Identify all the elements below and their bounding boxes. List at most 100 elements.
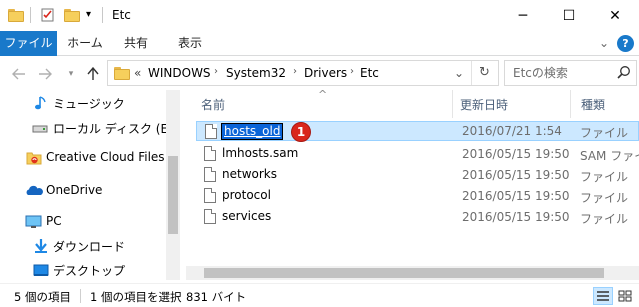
drive-icon: [32, 120, 48, 136]
breadcrumb-overflow[interactable]: «: [134, 66, 141, 80]
status-divider: [80, 289, 81, 303]
forward-button[interactable]: [36, 65, 54, 83]
file-row-networks[interactable]: networks 2016/05/15 19:50 ファイル: [196, 165, 639, 185]
expand-ribbon-icon[interactable]: ⌄: [594, 31, 614, 56]
nav-item-label: ミュージック: [53, 97, 125, 111]
nav-item-label: ローカル ディスク (E:): [53, 122, 177, 136]
address-bar[interactable]: « WINDOWS › System32 › Drivers › Etc ⌄ ↻: [107, 60, 499, 86]
nav-item-label: ダウンロード: [53, 240, 126, 254]
properties-icon[interactable]: [40, 7, 56, 23]
desktop-icon: [33, 262, 49, 278]
column-header-modified[interactable]: 更新日時: [460, 96, 508, 113]
file-type: ファイル: [580, 212, 629, 226]
title-bar: ▾ Etc ─ ☐ ✕: [0, 0, 639, 31]
search-input[interactable]: [513, 65, 613, 81]
folder-icon: [114, 67, 130, 80]
file-name: networks: [222, 167, 277, 181]
column-divider[interactable]: [570, 90, 571, 118]
breadcrumb-windows[interactable]: WINDOWS: [148, 66, 211, 80]
music-icon: [33, 95, 49, 111]
status-selection: 1 個の項目を選択: [90, 290, 182, 304]
details-view-icon: [597, 291, 609, 301]
file-type: ファイル: [580, 170, 629, 184]
file-list: 名前 ^ 更新日時 種類 hosts_old 1 2016/07/21 1:54…: [186, 90, 639, 280]
nav-item-label: Creative Cloud Files: [46, 150, 165, 164]
sort-ascending-icon: ^: [318, 90, 328, 101]
breadcrumb-etc[interactable]: Etc: [360, 66, 379, 80]
file-type: ファイル: [580, 126, 629, 140]
chevron-right-icon[interactable]: ›: [350, 66, 354, 77]
back-button[interactable]: [10, 65, 28, 83]
up-button[interactable]: [84, 65, 102, 83]
column-header-type[interactable]: 種類: [581, 96, 605, 113]
creative-cloud-icon: [26, 150, 42, 166]
nav-item-local-disk[interactable]: ローカル ディスク (E:): [0, 117, 177, 139]
rename-input[interactable]: hosts_old: [221, 123, 284, 140]
chevron-right-icon[interactable]: ›: [293, 66, 297, 77]
chevron-right-icon[interactable]: ›: [214, 66, 218, 77]
file-modified: 2016/07/21 1:54: [462, 124, 562, 138]
navigation-pane: ミュージック ローカル ディスク (E:) Creative Cloud Fil…: [0, 90, 180, 280]
nav-item-onedrive[interactable]: OneDrive: [0, 180, 165, 202]
file-modified: 2016/05/15 19:50: [462, 210, 570, 224]
file-icon: [205, 124, 217, 139]
status-bar: 5 個の項目 1 個の項目を選択 831 バイト: [0, 283, 639, 307]
nav-item-music[interactable]: ミュージック: [0, 92, 165, 114]
file-modified: 2016/05/15 19:50: [462, 189, 570, 203]
file-type: SAM ファイル: [580, 149, 639, 163]
large-icons-view-icon: [618, 290, 632, 302]
file-modified: 2016/05/15 19:50: [462, 168, 570, 182]
folder-icon: [8, 9, 24, 22]
file-icon: [204, 188, 216, 203]
title-divider: [30, 7, 31, 23]
nav-item-creative-cloud[interactable]: Creative Cloud Files: [0, 147, 165, 169]
help-icon[interactable]: ?: [617, 35, 634, 52]
customize-quick-access-icon[interactable]: ▾: [86, 7, 96, 23]
column-divider[interactable]: [452, 90, 453, 118]
title-divider: [102, 7, 103, 23]
breadcrumb-drivers[interactable]: Drivers: [304, 66, 347, 80]
tab-view[interactable]: 表示: [170, 31, 210, 56]
new-folder-icon[interactable]: [64, 9, 80, 22]
status-size: 831 バイト: [186, 290, 247, 304]
nav-item-label: PC: [46, 214, 62, 228]
nav-pane-scrollbar[interactable]: [166, 90, 180, 280]
minimize-button[interactable]: ─: [500, 0, 546, 31]
file-row-lmhosts[interactable]: lmhosts.sam 2016/05/15 19:50 SAM ファイル: [196, 144, 639, 164]
tab-file[interactable]: ファイル: [0, 31, 57, 56]
file-row-services[interactable]: services 2016/05/15 19:50 ファイル: [196, 207, 639, 227]
nav-item-pc[interactable]: PC: [0, 211, 165, 233]
status-item-count: 5 個の項目: [14, 290, 71, 304]
address-dropdown-icon[interactable]: ⌄: [454, 66, 464, 80]
scrollbar-thumb[interactable]: [168, 156, 178, 234]
file-name: lmhosts.sam: [222, 146, 299, 160]
file-row-protocol[interactable]: protocol 2016/05/15 19:50 ファイル: [196, 186, 639, 206]
scrollbar-thumb[interactable]: [204, 268, 604, 278]
refresh-icon[interactable]: ↻: [479, 65, 490, 80]
close-button[interactable]: ✕: [592, 0, 638, 31]
file-row-hosts-old[interactable]: hosts_old 1 2016/07/21 1:54 ファイル: [196, 121, 639, 142]
nav-item-downloads[interactable]: ダウンロード: [0, 235, 165, 257]
search-box[interactable]: [504, 60, 637, 86]
large-icons-view-button[interactable]: [615, 287, 635, 305]
step-callout-badge: 1: [291, 122, 311, 142]
ribbon-tabs: ファイル ホーム 共有 表示 ⌄ ?: [0, 31, 639, 56]
tab-home[interactable]: ホーム: [62, 31, 108, 56]
file-type: ファイル: [580, 191, 629, 205]
file-name: services: [222, 209, 272, 223]
breadcrumb-system32[interactable]: System32: [226, 66, 286, 80]
file-modified: 2016/05/15 19:50: [462, 147, 570, 161]
nav-item-label: OneDrive: [46, 183, 103, 197]
file-list-horizontal-scrollbar[interactable]: [186, 266, 639, 280]
onedrive-icon: [25, 183, 43, 199]
download-icon: [33, 238, 49, 254]
nav-item-desktop[interactable]: デスクトップ: [0, 259, 165, 280]
window-title: Etc: [112, 8, 131, 22]
recent-locations-icon[interactable]: ▾: [62, 65, 80, 83]
maximize-button[interactable]: ☐: [546, 0, 592, 31]
details-view-button[interactable]: [593, 287, 613, 305]
column-header-name[interactable]: 名前: [201, 96, 225, 113]
tab-share[interactable]: 共有: [116, 31, 156, 56]
navigation-row: ▾ « WINDOWS › System32 › Drivers › Etc ⌄…: [0, 57, 639, 90]
search-icon[interactable]: [617, 65, 631, 82]
